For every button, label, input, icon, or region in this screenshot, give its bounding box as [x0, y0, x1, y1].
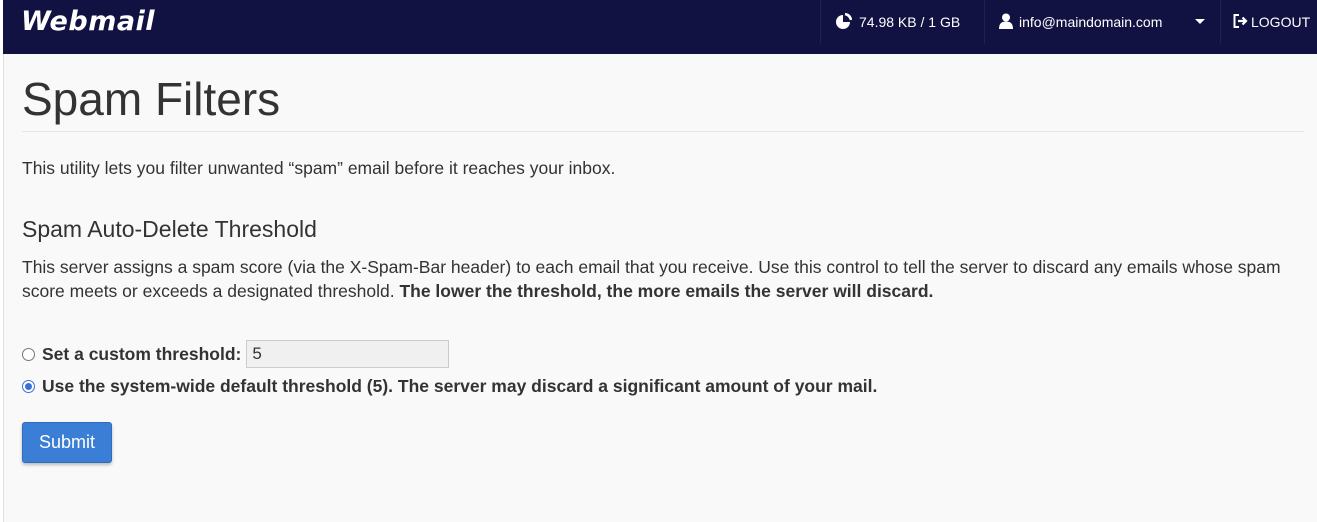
section-title: Spam Auto-Delete Threshold: [22, 216, 317, 242]
logout-link[interactable]: LOGOUT: [1220, 0, 1317, 44]
submit-button[interactable]: Submit: [22, 422, 112, 463]
default-threshold-radio[interactable]: [22, 379, 35, 393]
sign-out-icon: [1233, 13, 1248, 31]
custom-threshold-option: Set a custom threshold:: [22, 340, 450, 368]
main-content: Spam Filters This utility lets you filte…: [4, 54, 1317, 522]
disk-quota[interactable]: 74.98 KB / 1 GB: [820, 0, 984, 44]
description-emphasis: The lower the threshold, the more emails…: [399, 281, 934, 301]
user-icon: [999, 13, 1013, 32]
caret-down-icon[interactable]: [1195, 19, 1205, 24]
section-description: This server assigns a spam score (via th…: [22, 255, 1302, 303]
page-intro: This utility lets you filter unwanted “s…: [22, 158, 616, 178]
top-navbar: Webmail 74.98 KB / 1 GB info@maindomain.…: [3, 0, 1317, 54]
custom-threshold-input[interactable]: [246, 340, 450, 368]
pie-chart-icon: [835, 12, 853, 33]
webmail-logo[interactable]: Webmail: [21, 6, 155, 37]
title-divider: [22, 131, 1304, 132]
account-menu[interactable]: info@maindomain.com: [984, 0, 1219, 44]
custom-threshold-label[interactable]: Set a custom threshold:: [42, 344, 241, 365]
logout-label: LOGOUT: [1251, 14, 1311, 30]
custom-threshold-radio[interactable]: [22, 347, 35, 361]
page-title: Spam Filters: [22, 73, 281, 125]
default-threshold-label[interactable]: Use the system-wide default threshold (5…: [42, 376, 877, 397]
quota-text: 74.98 KB / 1 GB: [859, 14, 961, 30]
default-threshold-option: Use the system-wide default threshold (5…: [22, 374, 877, 398]
account-email: info@maindomain.com: [1019, 14, 1163, 30]
